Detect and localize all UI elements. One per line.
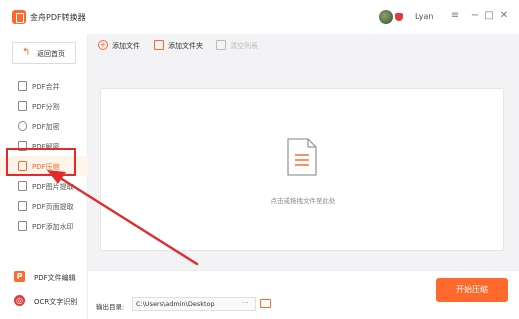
sidebar-item-label: PDF添加水印 bbox=[32, 223, 74, 231]
browse-more-button[interactable]: ··· bbox=[242, 299, 249, 307]
sidebar-item-label: PDF加密 bbox=[32, 123, 60, 131]
menu-button[interactable]: ≡ bbox=[448, 8, 462, 24]
split-icon bbox=[18, 101, 27, 111]
sidebar-item-pdf-encrypt[interactable]: PDF加密 bbox=[0, 116, 88, 136]
lock-icon bbox=[18, 121, 27, 131]
user-name[interactable]: Lyan bbox=[415, 12, 433, 21]
ocr-icon: ◎ bbox=[14, 295, 25, 306]
highlight-box bbox=[6, 148, 76, 176]
output-path-field[interactable]: C:\Users\admin\Desktop bbox=[132, 297, 256, 311]
add-file-icon: + bbox=[98, 40, 108, 50]
open-folder-icon[interactable] bbox=[260, 299, 271, 308]
home-button[interactable]: ↰ 返回首页 bbox=[12, 42, 76, 64]
sidebar-item-label: PDF页面提取 bbox=[32, 203, 74, 211]
add-file-label: 添加文件 bbox=[112, 42, 140, 50]
add-file-button[interactable]: + 添加文件 bbox=[98, 38, 150, 54]
add-folder-button[interactable]: 添加文件夹 bbox=[154, 38, 212, 54]
vip-badge-icon[interactable] bbox=[395, 13, 403, 21]
ocr-label: OCR文字识别 bbox=[34, 298, 78, 306]
clear-list-button[interactable]: 清空列表 bbox=[216, 38, 268, 54]
pdf-edit-icon: P bbox=[14, 271, 25, 282]
sidebar: ↰ 返回首页 PDF合并 PDF分割 PDF加密 PDF解密 PDF压缩 PDF… bbox=[0, 34, 88, 319]
clear-list-label: 清空列表 bbox=[230, 42, 258, 50]
start-compress-button[interactable]: 开始压缩 bbox=[436, 278, 508, 302]
sidebar-item-pdf-page-extract[interactable]: PDF页面提取 bbox=[0, 196, 88, 216]
watermark-icon bbox=[18, 221, 27, 231]
minimize-button[interactable]: − bbox=[468, 8, 482, 24]
document-icon bbox=[287, 138, 317, 176]
back-arrow-icon: ↰ bbox=[22, 47, 31, 58]
file-drop-area[interactable]: 点击或拖拽文件至此处 bbox=[100, 88, 504, 251]
output-directory-label: 输出目录: bbox=[96, 303, 125, 311]
pdf-edit-label: PDF文件编辑 bbox=[34, 274, 76, 282]
bottom-bar: 输出目录: C:\Users\admin\Desktop ··· 开始压缩 bbox=[88, 270, 519, 319]
sidebar-item-label: PDF合并 bbox=[32, 83, 60, 91]
ocr-button[interactable]: ◎ OCR文字识别 bbox=[10, 292, 78, 310]
title-bar: 金舟PDF转换器 Lyan ≡ − □ ✕ bbox=[0, 0, 519, 34]
user-avatar[interactable] bbox=[379, 10, 393, 24]
sidebar-item-pdf-image-extract[interactable]: PDF图片提取 bbox=[0, 176, 88, 196]
sidebar-item-label: PDF图片提取 bbox=[32, 183, 74, 191]
folder-icon bbox=[154, 40, 164, 50]
sidebar-item-pdf-watermark[interactable]: PDF添加水印 bbox=[0, 216, 88, 236]
sidebar-item-pdf-split[interactable]: PDF分割 bbox=[0, 96, 88, 116]
add-folder-label: 添加文件夹 bbox=[168, 42, 203, 50]
maximize-button[interactable]: □ bbox=[482, 8, 496, 24]
app-logo-icon bbox=[12, 10, 26, 24]
merge-icon bbox=[18, 81, 27, 91]
home-button-label: 返回首页 bbox=[37, 50, 65, 58]
pdf-edit-button[interactable]: P PDF文件编辑 bbox=[10, 268, 78, 286]
image-extract-icon bbox=[18, 181, 27, 191]
close-button[interactable]: ✕ bbox=[497, 8, 511, 24]
sidebar-item-label: PDF分割 bbox=[32, 103, 60, 111]
drop-hint: 点击或拖拽文件至此处 bbox=[270, 197, 336, 205]
app-title: 金舟PDF转换器 bbox=[30, 13, 86, 22]
toolbar: + 添加文件 添加文件夹 清空列表 bbox=[88, 34, 519, 58]
trash-icon bbox=[216, 40, 226, 50]
sidebar-item-pdf-merge[interactable]: PDF合并 bbox=[0, 76, 88, 96]
page-extract-icon bbox=[18, 201, 27, 211]
